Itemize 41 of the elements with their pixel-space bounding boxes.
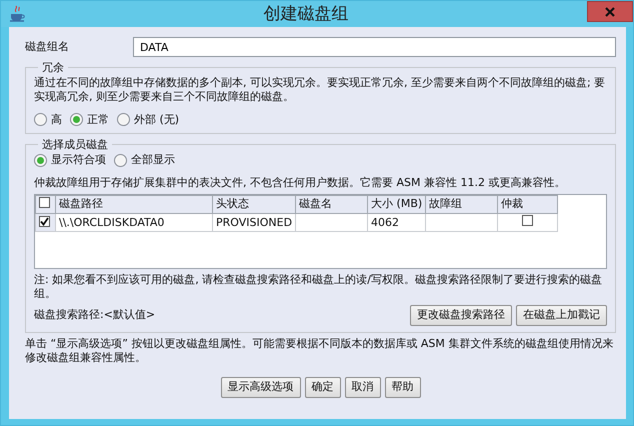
radio-button[interactable] [34,154,47,167]
action-button[interactable]: 更改磁盘搜索路径 [410,305,512,326]
radio-label: 正常 [87,112,109,128]
window-title: 创建磁盘组 [262,2,350,26]
checkbox[interactable] [522,215,534,226]
radio-button[interactable] [34,113,47,126]
java-cup-icon [9,5,25,23]
table-cell: 4062 [371,216,400,229]
close-button[interactable] [587,1,633,22]
description-text: 仲裁故障组用于存储扩展集群中的表决文件, 不包含任何用户数据。它需要 ASM 兼容性 11.2 或更高兼容性。 [34,176,566,190]
column-header: 磁盘名 [296,195,368,214]
field-label: 磁盘组名 [25,40,70,54]
dialog-button[interactable]: 帮助 [384,377,420,398]
disk-group-name-field[interactable]: DATA [133,37,616,57]
radio-label: 全部显示 [131,153,175,168]
fieldset-legend: 冗余 [38,61,68,74]
fieldset-legend: 选择成员磁盘 [38,138,112,152]
checkbox[interactable] [39,196,50,208]
dialog-button[interactable]: 确定 [304,377,340,398]
checkbox[interactable] [39,216,50,227]
column-header: 故障组 [426,195,498,214]
radio-button[interactable] [114,154,127,167]
dialog-button[interactable]: 显示高级选项 [220,377,300,398]
radio-label: 高 [51,112,62,128]
dialog-button[interactable]: 取消 [344,377,380,398]
close-icon [605,6,615,16]
column-header: 头状态 [212,195,296,214]
table-cell: PROVISIONED [216,216,292,229]
table-cell: \\.\ORCLDISKDATA0 [59,216,164,229]
radio-button[interactable] [117,113,130,126]
column-header: 大小 (MB) [368,195,426,214]
description-text: 通过在不同的故障组中存储数据的多个副本, 可以实现冗余。要实现正常冗余, 至少需要来自两个不同故障组的磁盘; 要实现高冗余, 则至少需要来自三个不同故障组的磁盘。 [34,76,606,105]
radio-label: 显示符合项 [51,153,106,168]
search-path-text: 磁盘搜索路径:<默认值> [34,308,156,323]
info-text: 单击 “显示高级选项” 按钮以更改磁盘组属性。可能需要根据不同版本的数据库或 ASM 集群文件系统的磁盘组使用情况来修改磁盘组兼容性属性。 [25,336,614,366]
note-text: 注: 如果您看不到应该可用的磁盘, 请检查磁盘搜索路径和磁盘上的读/写权限。磁盘搜索路径限制了要进行搜索的磁盘组。 [34,272,603,302]
action-button[interactable]: 在磁盘上加戳记 [516,305,607,326]
column-header: 磁盘路径 [56,195,212,214]
column-header: 仲裁 [498,195,558,214]
radio-label: 外部 (无) [134,112,180,128]
radio-button[interactable] [70,113,83,126]
